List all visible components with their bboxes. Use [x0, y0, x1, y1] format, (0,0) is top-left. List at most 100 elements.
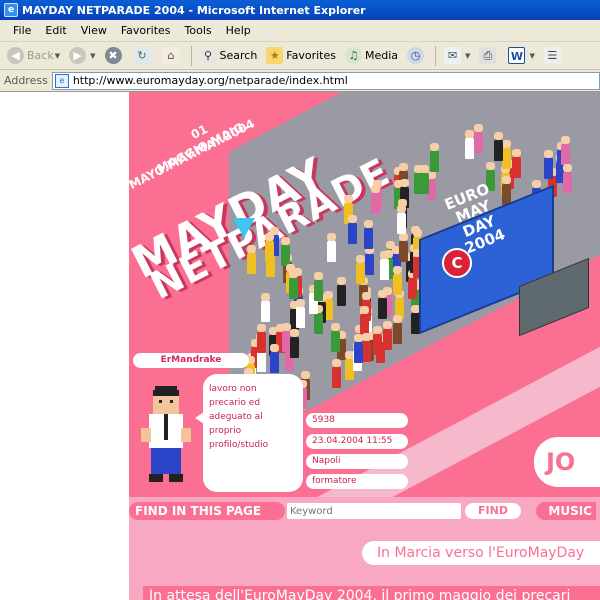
history-icon: ◷: [407, 47, 425, 64]
find-button[interactable]: FIND: [465, 503, 521, 519]
parade-person[interactable]: [314, 279, 324, 302]
parade-person-head: [261, 293, 271, 302]
menu-bar: File Edit View Favorites Tools Help: [0, 20, 600, 42]
parade-person-head: [348, 215, 358, 224]
parade-person[interactable]: [373, 332, 383, 355]
parade-person[interactable]: [336, 284, 346, 307]
parade-person[interactable]: [473, 131, 483, 154]
position-marker-icon: [233, 218, 255, 238]
parade-person[interactable]: [326, 239, 336, 262]
parade-person-head: [544, 150, 554, 159]
back-label: Back: [27, 49, 54, 62]
favorites-button[interactable]: ★ Favorites: [263, 45, 339, 67]
menu-edit[interactable]: Edit: [38, 24, 73, 37]
parade-person[interactable]: [256, 349, 266, 372]
parade-person[interactable]: [383, 327, 393, 350]
parade-person[interactable]: [364, 226, 374, 249]
music-button[interactable]: MUSIC: [536, 502, 596, 520]
parade-person[interactable]: [314, 312, 324, 335]
parade-person[interactable]: [269, 350, 279, 373]
mail-dropdown-icon[interactable]: ▼: [465, 52, 470, 60]
parade-person[interactable]: [257, 330, 267, 353]
edit-button[interactable]: W ▼: [505, 45, 537, 67]
truck-logo-icon: C: [442, 248, 472, 278]
parade-person[interactable]: [408, 276, 417, 299]
home-button[interactable]: ⌂: [160, 45, 186, 67]
parade-person-head: [362, 292, 372, 301]
parade-person[interactable]: [379, 257, 389, 280]
back-button[interactable]: ◀ Back ▼: [4, 45, 63, 67]
parade-person[interactable]: [246, 251, 256, 274]
history-button[interactable]: ◷: [404, 45, 430, 67]
parade-person[interactable]: [544, 157, 554, 180]
parade-person-head: [257, 323, 267, 332]
parade-person-head: [289, 269, 299, 278]
parade-person[interactable]: [398, 240, 408, 263]
parade-person-head: [429, 142, 439, 151]
menu-view[interactable]: View: [74, 24, 114, 37]
refresh-button[interactable]: ↻: [131, 45, 157, 67]
parade-person[interactable]: [362, 339, 372, 362]
parade-person-head: [392, 266, 402, 275]
discuss-button[interactable]: ☰: [541, 45, 567, 67]
parade-person[interactable]: [392, 273, 402, 296]
parade-person-head: [336, 277, 346, 286]
parade-person-head: [396, 205, 406, 214]
page-viewport: 01 MAGGIO.MAIG. MAYO.MAY.MAY.2004 MAYDAY…: [0, 92, 600, 600]
parade-person[interactable]: [290, 335, 300, 358]
parade-person[interactable]: [364, 252, 374, 275]
parade-person[interactable]: [296, 306, 306, 329]
parade-person[interactable]: [419, 171, 429, 194]
parade-person[interactable]: [359, 312, 369, 335]
parade-person-head: [331, 358, 341, 367]
favorites-label: Favorites: [286, 49, 336, 62]
join-button[interactable]: JO: [534, 437, 600, 487]
address-input[interactable]: e http://www.euromayday.org/netparade/in…: [51, 71, 600, 90]
article-headline[interactable]: In Marcia verso l'EuroMayDay: [362, 541, 600, 565]
parade-person[interactable]: [356, 262, 366, 285]
parade-person[interactable]: [265, 239, 275, 262]
parade-person[interactable]: [493, 139, 503, 162]
parade-person[interactable]: [331, 329, 341, 352]
media-button[interactable]: ♫ Media: [342, 45, 401, 67]
parade-person[interactable]: [371, 192, 381, 215]
parade-person[interactable]: [512, 156, 522, 179]
netparade-banner[interactable]: 01 MAGGIO.MAIG. MAYO.MAY.MAY.2004 MAYDAY…: [129, 92, 600, 497]
parade-person[interactable]: [261, 300, 271, 323]
forward-dropdown-icon[interactable]: ▼: [90, 52, 95, 60]
parade-person-head: [296, 299, 306, 308]
edit-dropdown-icon[interactable]: ▼: [529, 52, 534, 60]
parade-person[interactable]: [353, 340, 363, 363]
profile-id: 5938: [306, 413, 408, 428]
stop-icon: ✖: [104, 47, 122, 64]
parade-person-head: [532, 179, 542, 188]
menu-tools[interactable]: Tools: [178, 24, 219, 37]
parade-person[interactable]: [331, 365, 341, 388]
mail-button[interactable]: ✉ ▼: [441, 45, 473, 67]
parade-person[interactable]: [281, 243, 291, 266]
parade-person-head: [364, 219, 374, 228]
parade-person[interactable]: [378, 296, 388, 319]
forward-arrow-icon: ▶: [69, 47, 87, 64]
find-keyword-input[interactable]: [287, 503, 461, 519]
parade-person[interactable]: [348, 222, 358, 245]
menu-favorites[interactable]: Favorites: [114, 24, 178, 37]
menu-help[interactable]: Help: [219, 24, 258, 37]
back-dropdown-icon[interactable]: ▼: [55, 52, 60, 60]
parade-person[interactable]: [429, 149, 439, 172]
forward-button[interactable]: ▶ ▼: [66, 45, 98, 67]
parade-person[interactable]: [289, 276, 299, 299]
print-button[interactable]: ⎙: [476, 45, 502, 67]
parade-person[interactable]: [393, 322, 403, 345]
parade-person[interactable]: [561, 143, 571, 166]
parade-person[interactable]: [501, 146, 511, 169]
parade-person[interactable]: [562, 171, 572, 193]
search-button[interactable]: ⚲ Search: [197, 45, 261, 67]
search-label: Search: [219, 49, 258, 62]
stop-button[interactable]: ✖: [102, 45, 128, 67]
find-bar: FIND IN THIS PAGE FIND MUSIC: [129, 502, 600, 520]
parade-person-head: [383, 320, 393, 329]
profile-role: formatore: [306, 474, 408, 489]
menu-file[interactable]: File: [6, 24, 38, 37]
parade-person[interactable]: [396, 212, 406, 235]
